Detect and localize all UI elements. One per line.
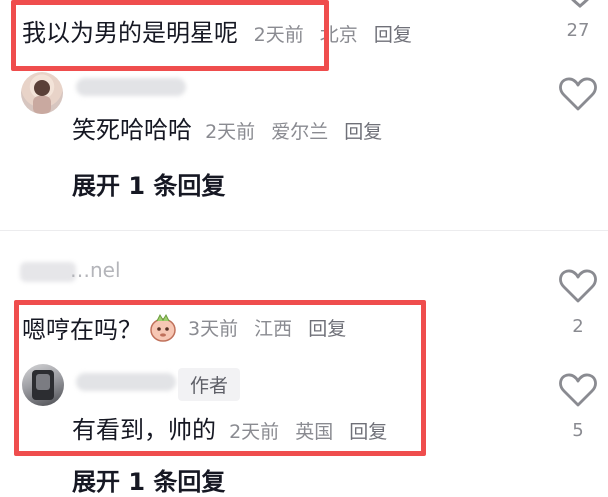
- username-partial[interactable]: …nel: [70, 258, 121, 282]
- heart-icon[interactable]: [558, 76, 598, 112]
- reply-text: 笑死哈哈哈: [72, 116, 192, 144]
- reply-button[interactable]: 回复: [344, 121, 382, 143]
- like-count: 2: [572, 316, 584, 337]
- highlight-box: [11, 0, 329, 71]
- reply-location: 爱尔兰: [271, 121, 329, 143]
- reply-time: 2天前: [205, 121, 256, 143]
- avatar[interactable]: [21, 72, 63, 114]
- username-blurred[interactable]: [20, 262, 76, 282]
- username-blurred[interactable]: [76, 78, 186, 96]
- highlight-box: [14, 300, 426, 456]
- reply-button[interactable]: 回复: [374, 24, 412, 46]
- avatar-image: [33, 80, 51, 114]
- expand-replies-button[interactable]: 展开 1 条回复: [72, 462, 225, 497]
- like-count: 27: [566, 20, 590, 41]
- heart-icon[interactable]: [560, 0, 600, 10]
- reply-row: 笑死哈哈哈 2天前 爱尔兰 回复: [72, 110, 392, 145]
- like-count: 5: [572, 420, 584, 441]
- heart-icon[interactable]: [558, 268, 598, 304]
- heart-icon[interactable]: [558, 372, 598, 408]
- divider: [0, 230, 608, 231]
- expand-replies-button[interactable]: 展开 1 条回复: [72, 166, 225, 201]
